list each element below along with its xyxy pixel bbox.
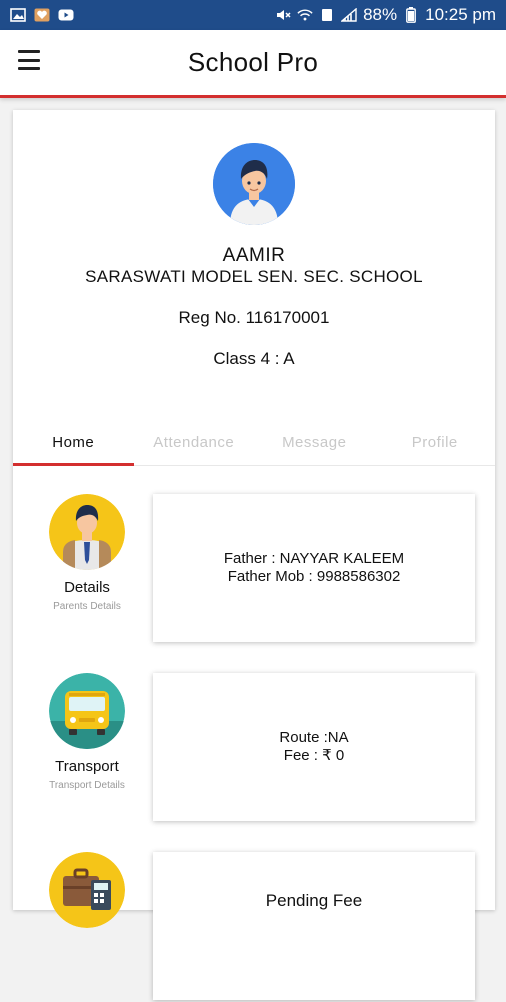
class-info: Class 4 : A [213,349,295,368]
battery-icon [403,7,419,23]
app-title: School Pro [187,47,319,77]
transport-tile[interactable]: Transport Transport Details [33,673,141,791]
pending-fee-label: Pending Fee [265,891,363,910]
sim-icon [319,8,335,22]
signal-icon [341,8,357,22]
route-info: Route :NA [279,729,349,746]
details-tile[interactable]: Details Parents Details [33,494,141,612]
battery-percent: 88% [363,5,398,24]
transport-fee: Fee : ₹ 0 [283,747,345,764]
details-sublabel: Parents Details [53,601,121,612]
fee-row: Pending Fee [13,852,495,1002]
wifi-icon [297,8,313,22]
transport-details-box[interactable]: Route :NA Fee : ₹ 0 [153,673,475,821]
student-icon [49,494,125,570]
system-status: 88% 10:25 pm [275,5,496,25]
menu-icon[interactable] [18,50,40,70]
fee-icon [49,852,125,928]
tab-bar: Home Attendance Message Profile [13,420,495,466]
status-bar: 88% 10:25 pm [0,0,506,30]
registration-number: Reg No. 116170001 [178,308,330,327]
mute-icon [275,8,291,22]
parent-details-box[interactable]: Father : NAYYAR KALEEM Father Mob : 9988… [153,494,475,642]
transport-row: Transport Transport Details Route :NA Fe… [13,673,495,823]
youtube-icon [58,8,74,22]
fee-tile[interactable] [33,852,141,928]
father-mobile: Father Mob : 9988586302 [227,568,401,585]
app-bar: School Pro [0,30,506,98]
student-avatar [213,143,295,225]
clock: 10:25 pm [425,5,496,24]
student-name: AAMIR [222,245,286,266]
details-row: Details Parents Details Father : NAYYAR … [13,494,495,644]
heart-icon [34,8,50,22]
bus-icon [49,673,125,749]
transport-sublabel: Transport Details [49,780,125,791]
tab-message[interactable]: Message [254,420,375,465]
tab-attendance[interactable]: Attendance [134,420,255,465]
student-card: AAMIR SARASWATI MODEL SEN. SEC. SCHOOL R… [13,110,495,1000]
father-name: Father : NAYYAR KALEEM [223,550,405,567]
details-label: Details [64,579,110,596]
notification-icons [10,8,74,22]
school-name: SARASWATI MODEL SEN. SEC. SCHOOL [85,267,423,286]
transport-label: Transport [55,758,119,775]
tab-home[interactable]: Home [13,420,134,466]
image-icon [10,8,26,22]
fee-details-box[interactable]: Pending Fee [153,852,475,1000]
tab-profile[interactable]: Profile [375,420,496,465]
